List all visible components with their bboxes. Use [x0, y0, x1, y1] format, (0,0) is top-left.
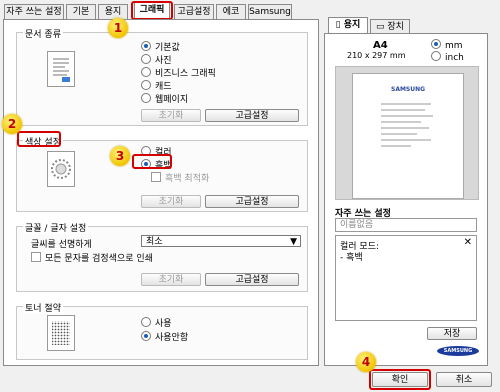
document-preview-icon — [47, 51, 75, 87]
graphics-settings-pane: 문서 종류 기본값 사진 비즈니스 그래픽 캐드 웹페이지 초기화 고급설정 색… — [3, 19, 319, 366]
radio-off-icon — [141, 93, 151, 103]
preview-text-lines-icon — [381, 103, 433, 147]
favorites-save-button[interactable]: 저장 — [427, 327, 477, 340]
tab-advanced[interactable]: 고급설정 — [174, 4, 214, 19]
black-text-checkbox[interactable]: 모든 문자를 검정색으로 인쇄 — [31, 252, 153, 264]
page-preview-area: SAMSUNG — [335, 66, 479, 200]
graphics-tab-highlight — [131, 1, 173, 20]
toner-save-group: 토너 절약 사용 사용안함 — [16, 301, 308, 360]
tab-basic[interactable]: 기본 — [66, 4, 96, 19]
page-preview-sheet: SAMSUNG — [352, 73, 464, 199]
toner-preview-icon — [47, 315, 75, 351]
doc-type-cad[interactable]: 캐드 — [141, 80, 172, 92]
preview-brand-mark: SAMSUNG — [391, 86, 426, 93]
color-reset-button[interactable]: 초기화 — [141, 195, 201, 208]
unit-inch[interactable]: inch — [431, 51, 464, 63]
tab-samsung[interactable]: Samsung — [248, 4, 292, 19]
doc-type-photo[interactable]: 사진 — [141, 54, 172, 66]
cancel-button[interactable]: 취소 — [436, 372, 492, 387]
samsung-logo: SAMSUNG — [437, 346, 479, 356]
paper-size-label: A4 — [373, 40, 388, 51]
page-icon: ▯ — [335, 20, 341, 30]
radio-off-icon — [431, 51, 441, 61]
font-text-group: 글꼴 / 글자 설정 글씨를 선명하게 최소 ▼ 모든 문자를 검정색으로 인쇄… — [16, 221, 308, 292]
doc-type-business[interactable]: 비즈니스 그래픽 — [141, 67, 216, 79]
font-text-title: 글꼴 / 글자 설정 — [23, 221, 89, 234]
paper-dims-label: 210 x 297 mm — [347, 51, 406, 60]
favorites-summary-box: 컬러 모드: - 흑백 ✕ — [335, 235, 477, 321]
radio-on-icon — [431, 39, 441, 49]
radio-on-icon — [141, 331, 151, 341]
step-callout-3: 3 — [110, 146, 130, 166]
radio-off-icon — [141, 67, 151, 77]
close-icon[interactable]: ✕ — [464, 237, 472, 248]
doc-type-webpage[interactable]: 웹페이지 — [141, 93, 188, 105]
unit-mm[interactable]: mm — [431, 39, 463, 51]
tab-paper-preview[interactable]: ▯ 용지 — [328, 17, 368, 34]
favorites-name-field[interactable]: 이름없음 — [335, 218, 477, 232]
text-clarity-select[interactable]: 최소 ▼ — [141, 235, 301, 247]
printer-icon: ▭ — [376, 22, 385, 32]
document-type-group: 문서 종류 기본값 사진 비즈니스 그래픽 캐드 웹페이지 초기화 고급설정 — [16, 27, 308, 126]
toner-save-title: 토너 절약 — [23, 301, 63, 314]
tab-paper[interactable]: 용지 — [98, 4, 128, 19]
color-advanced-button[interactable]: 고급설정 — [205, 195, 299, 208]
checkbox-icon — [31, 252, 41, 262]
color-settings-highlight — [17, 131, 61, 147]
tab-device[interactable]: ▭ 장치 — [370, 19, 410, 34]
grayscale-optimize-checkbox[interactable]: 흑백 최적화 — [151, 172, 209, 184]
toner-save-off[interactable]: 사용안함 — [141, 331, 188, 343]
step-callout-1: 1 — [108, 18, 128, 38]
font-advanced-button[interactable]: 고급설정 — [205, 273, 299, 286]
step-callout-4: 4 — [356, 352, 376, 372]
color-settings-group: 색상 설정 컬러 흑백 흑백 최적화 초기화 고급설정 — [16, 135, 308, 212]
radio-on-icon — [141, 41, 151, 51]
dropdown-arrow-icon: ▼ — [290, 237, 297, 247]
font-reset-button[interactable]: 초기화 — [141, 273, 201, 286]
doc-type-default[interactable]: 기본값 — [141, 41, 180, 53]
ok-button-highlight — [369, 369, 431, 390]
grayscale-highlight — [132, 154, 172, 169]
tab-favorites[interactable]: 자주 쓰는 설정 — [4, 4, 64, 19]
step-callout-2: 2 — [2, 114, 22, 134]
tab-eco[interactable]: 에코 — [216, 4, 246, 19]
checkbox-icon — [151, 172, 161, 182]
document-type-title: 문서 종류 — [23, 27, 63, 40]
doc-type-reset-button[interactable]: 초기화 — [141, 109, 201, 122]
doc-type-advanced-button[interactable]: 고급설정 — [205, 109, 299, 122]
toner-save-on[interactable]: 사용 — [141, 317, 172, 329]
radio-off-icon — [141, 317, 151, 327]
text-clarity-label: 글씨를 선명하게 — [31, 240, 92, 250]
preview-pane: A4 210 x 297 mm mm inch SAMSUNG 자주 쓰는 설정… — [324, 33, 488, 366]
color-preview-icon — [47, 151, 75, 187]
summary-value: - 흑백 — [340, 253, 363, 263]
radio-off-icon — [141, 80, 151, 90]
radio-off-icon — [141, 54, 151, 64]
